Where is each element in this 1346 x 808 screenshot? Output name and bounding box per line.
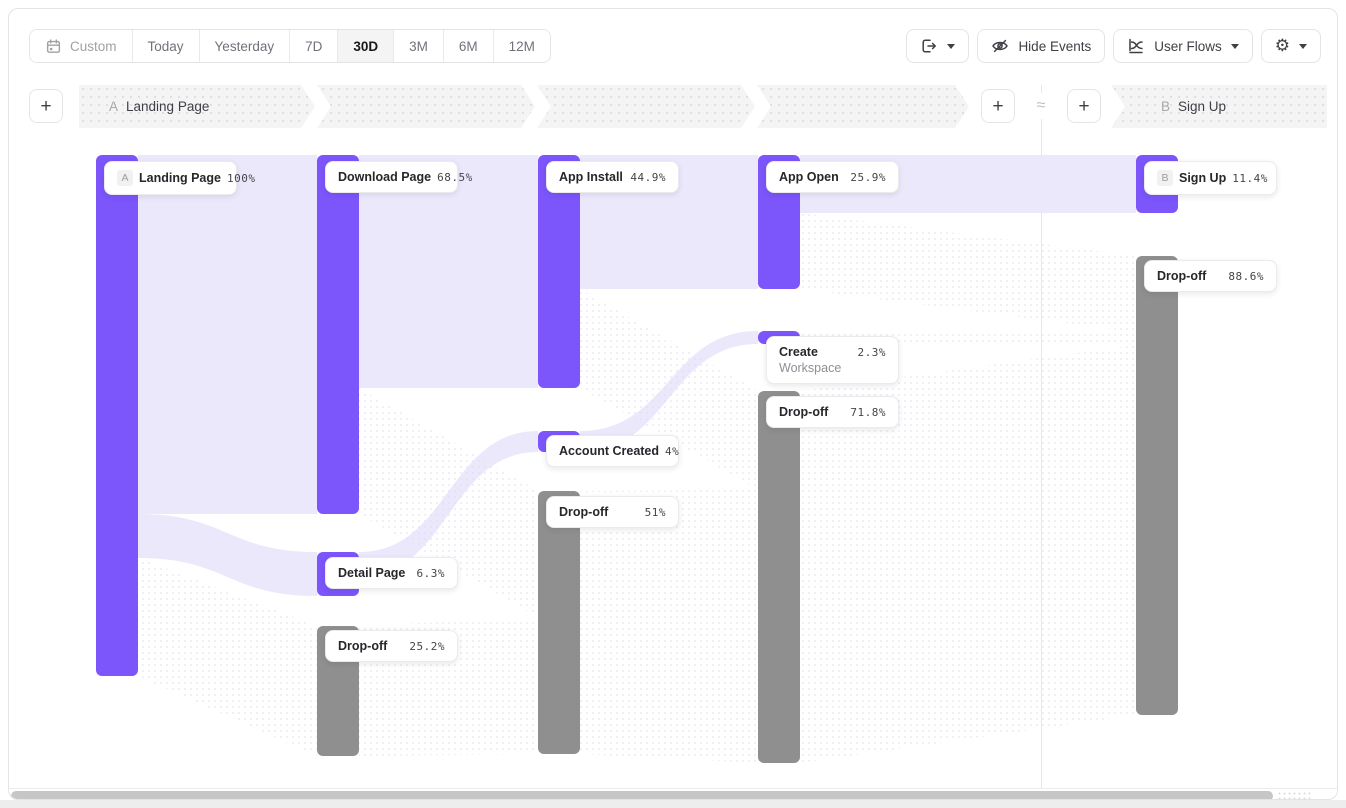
node-label: Download Page [338,170,431,184]
node-percentage: 4% [659,445,679,458]
node-label: Sign Up [1179,171,1226,185]
node-percentage: 6.3% [411,567,446,580]
node-card-download[interactable]: Download Page68.5% [325,161,458,193]
node-bar-dropoff-3[interactable] [538,491,580,754]
node-percentage: 2.3% [852,346,887,359]
node-percentage: 11.4% [1226,172,1268,185]
node-card-detail-page[interactable]: Detail Page 6.3% [325,557,458,589]
node-bar-dropoff-4[interactable] [758,391,800,763]
node-card-app-install[interactable]: App Install44.9% [546,161,679,193]
node-letter-badge: A [117,170,133,186]
node-card-landing[interactable]: ALanding Page100% [104,161,237,195]
node-bar-dropoff-b[interactable] [1136,256,1178,715]
node-percentage: 25.9% [844,171,886,184]
flow-link-dropoff-3-dropoff-4 [580,490,758,763]
node-label-line2: Workspace [779,361,886,375]
node-card-app-open[interactable]: App Open 25.9% [766,161,899,193]
node-label: Drop-off [559,505,608,519]
node-card-dropoff-b[interactable]: Drop-off 88.6% [1144,260,1277,292]
node-label: Drop-off [779,405,828,419]
flow-link-landing-download [138,155,317,514]
user-flows-sankey [9,9,1337,799]
horizontal-scrollbar[interactable] [9,788,1337,800]
horizontal-scrollbar-thumb[interactable] [11,791,1273,800]
node-label: Landing Page [139,171,221,185]
page-bottom-strip [0,800,1346,808]
node-percentage: 71.8% [844,406,886,419]
node-label: Detail Page [338,566,405,580]
node-percentage: 25.2% [403,640,445,653]
node-label: App Open [779,170,839,184]
node-label: Create [779,345,818,359]
node-percentage: 44.9% [624,171,666,184]
scrollbar-overflow-hint [1277,791,1311,800]
node-label: Account Created [559,444,659,458]
node-percentage: 51% [639,506,666,519]
node-card-sign-up[interactable]: B Sign Up11.4% [1144,161,1277,195]
node-label: App Install [559,170,623,184]
node-bar-landing[interactable] [96,155,138,676]
node-card-dropoff-4[interactable]: Drop-off 71.8% [766,396,899,428]
user-flows-panel: CustomTodayYesterday7D30D3M6M12M [8,8,1338,800]
node-card-account-created[interactable]: Account Created4% [546,435,679,467]
node-bar-download[interactable] [317,155,359,514]
node-card-dropoff-2[interactable]: Drop-off 25.2% [325,630,458,662]
node-percentage: 88.6% [1222,270,1264,283]
node-percentage: 100% [221,172,256,185]
flow-link-app-open-dropoff-b [800,213,1136,332]
node-card-dropoff-3[interactable]: Drop-off 51% [546,496,679,528]
node-label: Drop-off [1157,269,1206,283]
node-letter-badge: B [1157,170,1173,186]
node-percentage: 68.5% [431,171,473,184]
node-card-create-workspace[interactable]: Create 2.3% Workspace [766,336,899,384]
node-label: Drop-off [338,639,387,653]
